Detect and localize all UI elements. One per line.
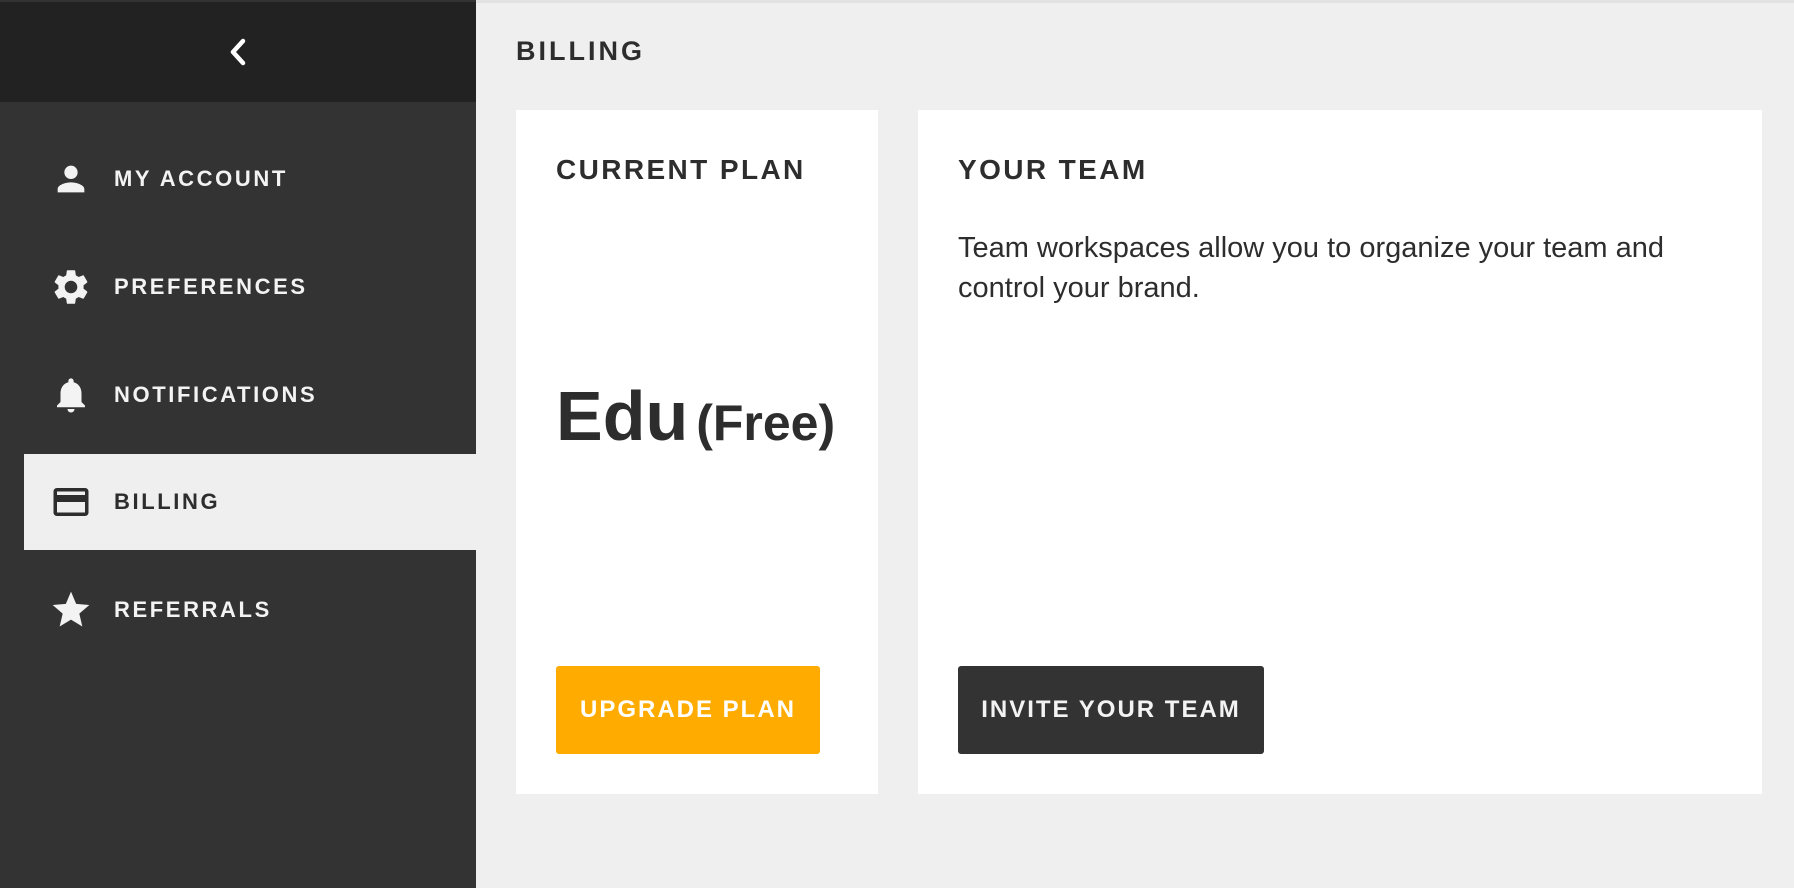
sidebar-item-label: MY ACCOUNT [114, 166, 288, 191]
person-icon [48, 156, 94, 202]
team-description: Team workspaces allow you to organize yo… [958, 232, 1665, 304]
sidebar-item-referrals[interactable]: REFERRALS [24, 562, 476, 658]
your-team-card: YOUR TEAM Team workspaces allow you to o… [918, 110, 1762, 794]
your-team-title: YOUR TEAM [958, 154, 1148, 185]
invite-team-button[interactable]: INVITE YOUR TEAM [958, 666, 1264, 754]
plan-tier: Edu [556, 377, 689, 455]
chevron-left-icon [227, 37, 249, 67]
sidebar-item-label: REFERRALS [114, 597, 272, 622]
sidebar-item-notifications[interactable]: NOTIFICATIONS [24, 347, 476, 443]
page-title: BILLING [516, 36, 645, 66]
upgrade-plan-button[interactable]: UPGRADE PLAN [556, 666, 820, 754]
bell-icon [48, 372, 94, 418]
gear-icon [48, 264, 94, 310]
sidebar-item-label: BILLING [114, 489, 221, 514]
sidebar-item-label: NOTIFICATIONS [114, 382, 318, 407]
sidebar-item-label: PREFERENCES [114, 274, 308, 299]
sidebar: MY ACCOUNT PREFERENCES NOTIFICATIONS BIL… [0, 0, 476, 888]
sidebar-item-billing[interactable]: BILLING [24, 454, 476, 550]
sidebar-collapse-button[interactable] [0, 2, 476, 102]
credit-card-icon [48, 479, 94, 525]
plan-name: Edu (Free) [556, 376, 835, 456]
plan-price: (Free) [696, 395, 836, 451]
current-plan-title: CURRENT PLAN [556, 154, 806, 185]
current-plan-card: CURRENT PLAN Edu (Free) UPGRADE PLAN [516, 110, 878, 794]
sidebar-item-my-account[interactable]: MY ACCOUNT [24, 131, 476, 227]
star-icon [48, 587, 94, 633]
sidebar-item-preferences[interactable]: PREFERENCES [24, 239, 476, 335]
